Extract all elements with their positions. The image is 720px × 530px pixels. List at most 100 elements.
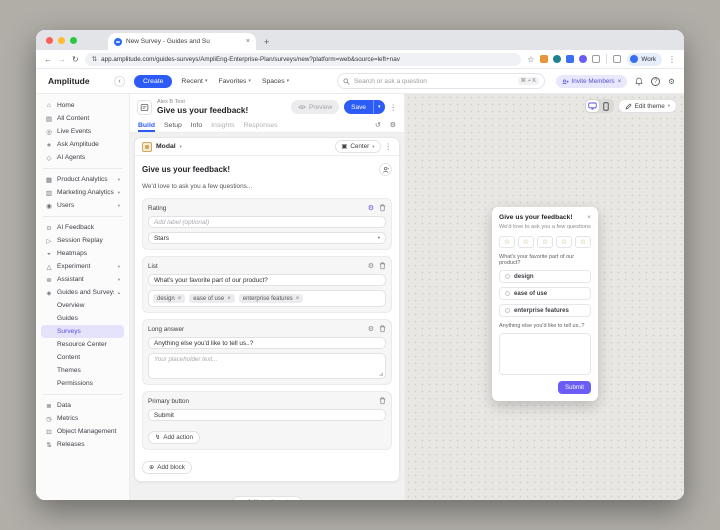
sidebar-item-product-analytics[interactable]: ▦Product Analytics▾: [41, 173, 124, 186]
step-menu-icon[interactable]: ⋮: [385, 142, 393, 151]
menu-recent[interactable]: Recent▾: [181, 78, 207, 85]
list-question-input[interactable]: What's your favorite part of our product…: [148, 274, 386, 286]
star-rating-button[interactable]: ☆: [537, 236, 553, 248]
sidebar-item-assistant[interactable]: ⊛Assistant▾: [41, 273, 124, 286]
personalize-button[interactable]: [379, 163, 392, 176]
step-type-label[interactable]: Modal: [156, 143, 176, 150]
long-answer-trash-icon[interactable]: [379, 325, 386, 333]
option-enterprise-features[interactable]: enterprise features: [499, 304, 591, 317]
mobile-preview-button[interactable]: [600, 100, 613, 112]
remove-tag-icon[interactable]: ×: [296, 296, 300, 302]
notifications-bell-icon[interactable]: [635, 77, 643, 86]
create-button[interactable]: Create: [134, 75, 172, 88]
save-options-chevron-icon[interactable]: ▾: [373, 100, 385, 114]
rating-label-input[interactable]: Add label (optional): [148, 216, 386, 228]
extension-icon-blue[interactable]: [566, 55, 574, 63]
forward-icon[interactable]: →: [58, 55, 66, 64]
url-bar[interactable]: ⇅ app.amplitude.com/guides-surveys/Ampli…: [85, 53, 522, 66]
edit-theme-button[interactable]: Edit theme ▾: [618, 99, 677, 113]
builder-settings-gear-icon[interactable]: ⚙: [390, 121, 396, 132]
menu-favorites[interactable]: Favorites▾: [218, 78, 250, 85]
tab-close-icon[interactable]: ×: [246, 38, 250, 45]
star-rating-button[interactable]: ☆: [518, 236, 534, 248]
sidebar-item-marketing-analytics[interactable]: ▥Marketing Analytics▾: [41, 186, 124, 199]
remove-tag-icon[interactable]: ×: [227, 296, 231, 302]
preview-close-icon[interactable]: ×: [587, 214, 591, 221]
add-block-button[interactable]: ⊕Add block: [142, 461, 192, 474]
sidebar-item-object-management[interactable]: ⊡Object Management: [41, 425, 124, 438]
version-history-icon[interactable]: ↺: [375, 121, 381, 132]
back-icon[interactable]: ←: [44, 55, 52, 64]
new-tab-button[interactable]: +: [264, 37, 269, 47]
extension-icon-indigo[interactable]: [579, 55, 587, 63]
option-design[interactable]: design: [499, 270, 591, 283]
help-icon[interactable]: ?: [651, 77, 660, 86]
tab-setup[interactable]: Setup: [164, 122, 182, 132]
maximize-window-button[interactable]: [70, 37, 77, 44]
button-text-input[interactable]: Submit: [148, 409, 386, 421]
sidebar-item-guides[interactable]: Guides: [41, 312, 124, 325]
sidebar-item-ai-agents[interactable]: ◇AI Agents: [41, 151, 124, 164]
browser-profile-button[interactable]: Work: [627, 53, 662, 66]
tab-search-icon[interactable]: [613, 55, 621, 63]
long-answer-placeholder-textarea[interactable]: Your placeholder text...: [148, 353, 386, 379]
tab-info[interactable]: Info: [191, 122, 202, 132]
desktop-preview-button[interactable]: [586, 100, 599, 112]
rating-type-select[interactable]: Stars▾: [148, 232, 386, 244]
sidebar-item-overview[interactable]: Overview: [41, 299, 124, 312]
sidebar-item-session-replay[interactable]: ▷Session Replay: [41, 234, 124, 247]
star-rating-button[interactable]: ☆: [499, 236, 515, 248]
menu-spaces[interactable]: Spaces▾: [262, 78, 289, 85]
sidebar-item-ask-amplitude[interactable]: ∗Ask Amplitude: [41, 138, 124, 151]
position-selector[interactable]: ▣ Center ▾: [335, 140, 380, 153]
submit-button[interactable]: Submit: [558, 381, 591, 394]
survey-menu-icon[interactable]: ⋮: [390, 103, 398, 112]
sidebar-item-users[interactable]: ◉Users▾: [41, 199, 124, 212]
sidebar-item-experiment[interactable]: △Experiment▾: [41, 260, 124, 273]
survey-card-title[interactable]: Give us your feedback!: [142, 165, 379, 174]
browser-menu-icon[interactable]: ⋮: [668, 55, 676, 64]
list-settings-gear-icon[interactable]: ⚙: [368, 262, 374, 270]
chevron-down-icon[interactable]: ▾: [180, 144, 182, 150]
close-window-button[interactable]: [46, 37, 53, 44]
invite-members-button[interactable]: Invite Members ×: [556, 75, 628, 88]
sidebar-item-ai-feedback[interactable]: ⊙AI Feedback: [41, 221, 124, 234]
sidebar-item-resource-center[interactable]: Resource Center: [41, 338, 124, 351]
star-rating-button[interactable]: ☆: [556, 236, 572, 248]
rating-trash-icon[interactable]: [379, 204, 386, 212]
save-button[interactable]: Save: [344, 100, 373, 114]
sidebar-item-live-events[interactable]: ◎Live Events: [41, 125, 124, 138]
site-settings-icon[interactable]: ⇅: [92, 55, 97, 63]
sidebar-item-all-content[interactable]: ▤All Content: [41, 112, 124, 125]
list-options-input[interactable]: design× ease of use× enterprise features…: [148, 290, 386, 307]
extension-icon-orange[interactable]: [540, 55, 548, 63]
option-ease-of-use[interactable]: ease of use: [499, 287, 591, 300]
survey-card-subtitle[interactable]: We'd love to ask you a few questions...: [142, 183, 392, 190]
tab-build[interactable]: Build: [138, 122, 155, 132]
sidebar-item-metrics[interactable]: ◷Metrics: [41, 412, 124, 425]
sidebar-item-home[interactable]: ⌂Home: [41, 99, 124, 112]
star-rating-button[interactable]: ☆: [575, 236, 591, 248]
rating-settings-gear-icon[interactable]: ⚙: [368, 204, 374, 212]
extensions-puzzle-icon[interactable]: [592, 55, 600, 63]
page-title[interactable]: Give us your feedback!: [157, 105, 286, 115]
bookmark-star-icon[interactable]: ☆: [527, 55, 534, 64]
long-answer-settings-gear-icon[interactable]: ⚙: [368, 325, 374, 333]
list-trash-icon[interactable]: [379, 262, 386, 270]
sidebar-item-guides-and-surveys[interactable]: ◈Guides and Surveys▴: [41, 286, 124, 299]
preview-button[interactable]: Preview: [291, 100, 339, 114]
long-answer-question-input[interactable]: Anything else you'd like to tell us..?: [148, 337, 386, 349]
resize-handle[interactable]: [379, 372, 383, 376]
settings-gear-icon[interactable]: ⚙: [668, 77, 675, 86]
sidebar-item-heatmaps[interactable]: ◒Heatmaps: [41, 247, 124, 260]
minimize-window-button[interactable]: [58, 37, 65, 44]
sidebar-item-surveys[interactable]: Surveys: [41, 325, 124, 338]
sidebar-item-releases[interactable]: ⇅Releases: [41, 438, 124, 451]
sidebar-item-permissions[interactable]: Permissions: [41, 377, 124, 390]
extension-icon-teal[interactable]: [553, 55, 561, 63]
sidebar-item-data[interactable]: ≣Data: [41, 399, 124, 412]
remove-tag-icon[interactable]: ×: [178, 296, 182, 302]
add-another-step-button[interactable]: ⊕Add another step: [232, 496, 302, 500]
preview-long-answer-textarea[interactable]: [499, 333, 591, 375]
sidebar-item-content[interactable]: Content: [41, 351, 124, 364]
